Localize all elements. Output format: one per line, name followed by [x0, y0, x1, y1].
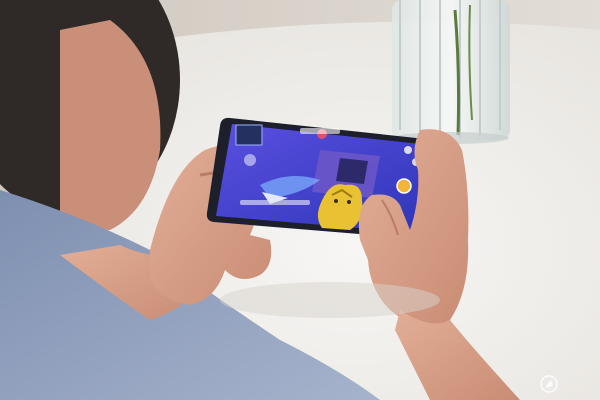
game-joystick: [244, 154, 256, 166]
photo-scene: [0, 0, 600, 400]
game-minimap: [235, 124, 263, 146]
hand-shadow: [220, 282, 440, 318]
glass-vase: [392, 0, 510, 144]
game-skill-button: [396, 178, 412, 194]
